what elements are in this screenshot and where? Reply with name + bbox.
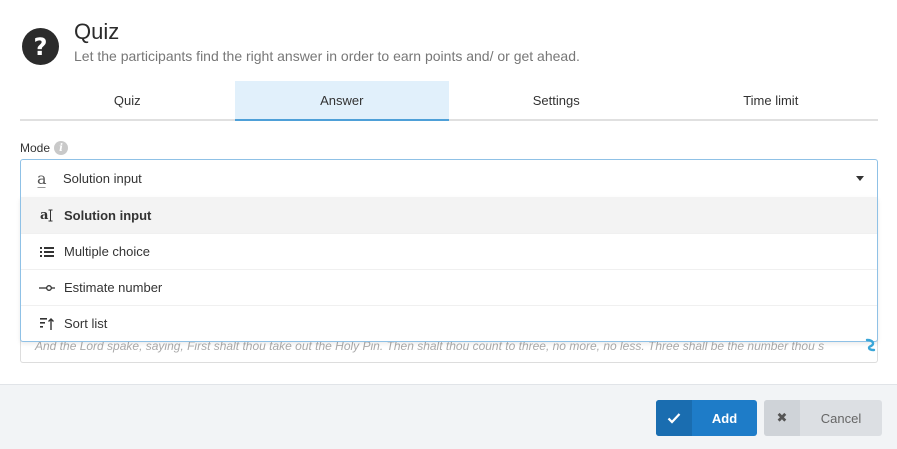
mode-select-value: Solution input xyxy=(63,171,142,186)
option-sort-list[interactable]: Sort list xyxy=(21,305,877,341)
option-estimate-number[interactable]: Estimate number xyxy=(21,269,877,305)
text-cursor-icon: a xyxy=(38,207,56,223)
option-multiple-choice[interactable]: Multiple choice xyxy=(21,233,877,269)
slider-icon xyxy=(38,280,56,296)
dialog-title: Quiz xyxy=(74,19,120,44)
mode-dropdown: a Solution input Multiple choice Estimat… xyxy=(20,197,878,342)
resize-handle-icon[interactable] xyxy=(865,338,877,357)
add-button-label: Add xyxy=(711,410,738,426)
tab-time-limit[interactable]: Time limit xyxy=(664,81,879,119)
dialog-header: ? Quiz Let the participants find the rig… xyxy=(22,18,580,70)
add-button[interactable]: Add xyxy=(656,400,757,436)
dialog-footer: Add ✖ Cancel xyxy=(0,384,897,449)
svg-text:a: a xyxy=(40,208,49,223)
cancel-button-label: Cancel xyxy=(820,410,862,426)
check-icon xyxy=(656,400,692,436)
option-label: Multiple choice xyxy=(64,244,150,259)
tab-bar: Quiz Answer Settings Time limit xyxy=(20,81,878,121)
mode-label-text: Mode xyxy=(20,141,51,155)
header-text: Quiz Let the participants find the right… xyxy=(74,18,580,64)
mode-select[interactable]: a̲ Solution input xyxy=(20,159,878,197)
tab-answer[interactable]: Answer xyxy=(234,81,449,121)
mode-label: Mode i xyxy=(20,141,69,155)
list-icon xyxy=(38,244,56,260)
tab-settings[interactable]: Settings xyxy=(449,81,664,119)
dialog-subtitle: Let the participants find the right answ… xyxy=(74,48,580,64)
text-cursor-icon: a̲ xyxy=(37,169,47,188)
option-label: Solution input xyxy=(64,207,152,223)
question-mark-icon: ? xyxy=(22,28,59,65)
option-label: Sort list xyxy=(64,316,108,331)
cancel-button[interactable]: ✖ Cancel xyxy=(764,400,882,436)
option-solution-input[interactable]: a Solution input xyxy=(21,197,877,233)
info-icon[interactable]: i xyxy=(54,141,69,155)
close-icon: ✖ xyxy=(764,400,800,436)
caret-down-icon xyxy=(856,176,864,181)
tab-quiz[interactable]: Quiz xyxy=(20,81,235,119)
sort-list-icon xyxy=(38,316,56,332)
option-label: Estimate number xyxy=(64,280,163,295)
